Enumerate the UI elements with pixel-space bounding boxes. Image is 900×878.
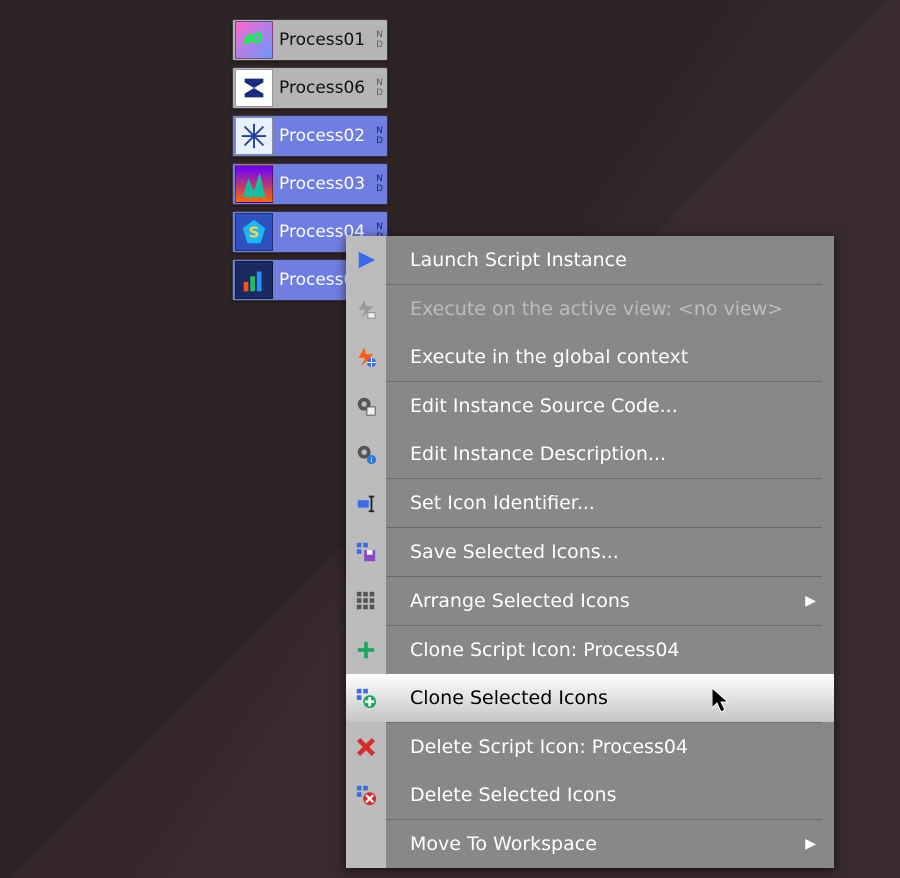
gear-info-icon: i <box>346 443 386 465</box>
menu-item-label: Launch Script Instance <box>386 249 834 271</box>
menu-save-selected-icons[interactable]: Save Selected Icons... <box>346 528 834 576</box>
menu-arrange-selected-icons[interactable]: Arrange Selected Icons ▶ <box>346 577 834 625</box>
menu-item-label: Clone Script Icon: Process04 <box>386 639 834 661</box>
menu-delete-script-icon[interactable]: Delete Script Icon: Process04 <box>346 723 834 771</box>
gem-icon: S <box>235 213 273 251</box>
menu-item-label: Edit Instance Description... <box>386 443 834 465</box>
process-flags: ND <box>376 126 387 146</box>
x-red-icon <box>346 736 386 758</box>
process-label: Process02 <box>275 126 376 146</box>
star-icon <box>235 117 273 155</box>
menu-item-label: Move To Workspace <box>386 833 805 855</box>
context-menu: Launch Script Instance Execute on the ac… <box>346 236 834 868</box>
process-label: Process03 <box>275 174 376 194</box>
process-icon-process02[interactable]: Process02 ND <box>232 115 388 157</box>
menu-items: Launch Script Instance Execute on the ac… <box>346 236 834 868</box>
bolt-gray-icon <box>346 298 386 320</box>
submenu-arrow-icon: ▶ <box>805 593 834 609</box>
menu-item-label: Set Icon Identifier... <box>386 492 834 514</box>
process-label: Process01 <box>275 30 376 50</box>
menu-edit-instance-source[interactable]: Edit Instance Source Code... <box>346 382 834 430</box>
play-icon <box>346 249 386 271</box>
bars-icon <box>235 261 273 299</box>
svg-text:S: S <box>249 224 260 242</box>
process-icon-process06[interactable]: Process06 ND <box>232 67 388 109</box>
menu-item-label: Execute in the global context <box>386 346 834 368</box>
menu-item-label: Clone Selected Icons <box>386 687 834 709</box>
menu-move-to-workspace[interactable]: Move To Workspace ▶ <box>346 820 834 868</box>
process-flags: ND <box>376 174 387 194</box>
grid-plus-icon <box>346 687 386 709</box>
grid-save-icon <box>346 541 386 563</box>
submenu-arrow-icon: ▶ <box>805 836 834 852</box>
gear-doc-icon <box>346 395 386 417</box>
process-icon-process01[interactable]: Process01 ND <box>232 19 388 61</box>
menu-clone-selected-icons[interactable]: Clone Selected Icons <box>346 674 834 722</box>
menu-execute-global-context[interactable]: Execute in the global context <box>346 333 834 381</box>
svg-text:i: i <box>370 455 372 464</box>
menu-delete-selected-icons[interactable]: Delete Selected Icons <box>346 771 834 819</box>
menu-item-label: Delete Script Icon: Process04 <box>386 736 834 758</box>
grid-x-icon <box>346 784 386 806</box>
sigma-icon <box>235 69 273 107</box>
plus-green-icon <box>346 639 386 661</box>
menu-launch-script-instance[interactable]: Launch Script Instance <box>346 236 834 284</box>
menu-item-label: Execute on the active view: <no view> <box>386 298 834 320</box>
menu-execute-active-view: Execute on the active view: <no view> <box>346 285 834 333</box>
menu-set-icon-identifier[interactable]: Set Icon Identifier... <box>346 479 834 527</box>
process-icon-process03[interactable]: Process03 ND <box>232 163 388 205</box>
process-flags: ND <box>376 78 387 98</box>
grid-icon <box>346 590 386 612</box>
menu-edit-instance-description[interactable]: i Edit Instance Description... <box>346 430 834 478</box>
menu-item-label: Delete Selected Icons <box>386 784 834 806</box>
menu-item-label: Save Selected Icons... <box>386 541 834 563</box>
bolt-orange-icon <box>346 346 386 368</box>
menu-clone-script-icon[interactable]: Clone Script Icon: Process04 <box>346 626 834 674</box>
histogram-icon <box>235 165 273 203</box>
text-cursor-icon <box>346 492 386 514</box>
process-flags: ND <box>376 30 387 50</box>
menu-item-label: Edit Instance Source Code... <box>386 395 834 417</box>
infinity-icon <box>235 21 273 59</box>
process-label: Process06 <box>275 78 376 98</box>
menu-item-label: Arrange Selected Icons <box>386 590 805 612</box>
mouse-cursor-icon <box>712 688 732 719</box>
